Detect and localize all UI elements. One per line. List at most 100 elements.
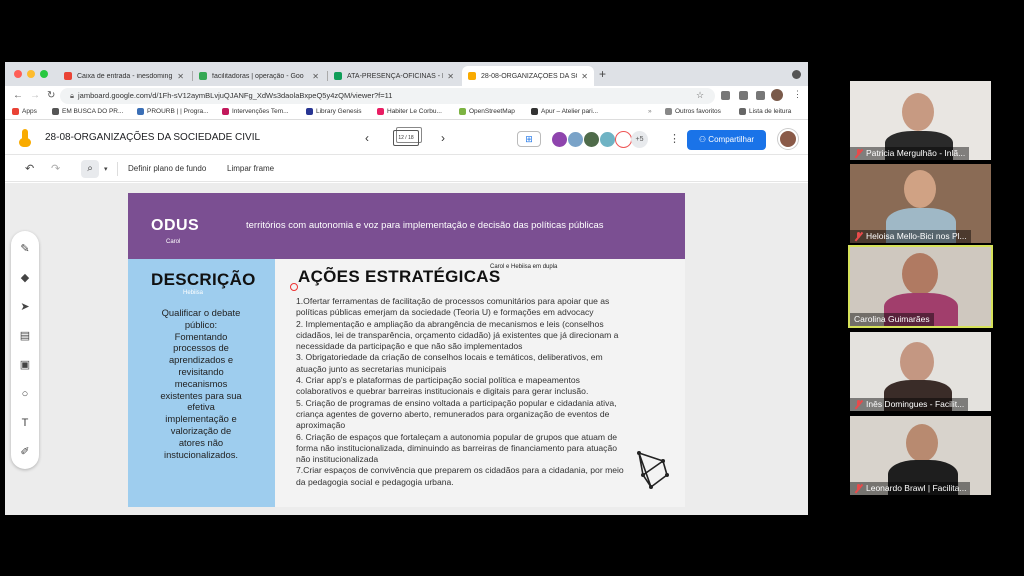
- present-icon: ⊞: [525, 134, 533, 144]
- minimize-window-button[interactable]: [27, 70, 35, 78]
- frame-slide: ODUS Carol territórios com autonomia e v…: [128, 193, 685, 507]
- tab-label: facilitadoras | operação - Goo: [212, 72, 304, 80]
- tab-jamboard[interactable]: 28-08-ORGANIZAÇÕES DA SO ✕: [462, 66, 594, 86]
- bookmark-item[interactable]: OpenStreetMap: [459, 108, 515, 115]
- bookmarks-bar: Apps EM BUSCA DO PR... PROURB | | Progra…: [5, 106, 808, 120]
- tab-bar: Caixa de entrada - inesdoming ✕ facilita…: [5, 62, 808, 86]
- new-tab-icon[interactable]: +: [599, 67, 606, 81]
- previous-frame-icon[interactable]: ‹: [365, 131, 369, 145]
- mic-muted-icon: [854, 231, 863, 242]
- bookmark-label: Apur – Atelier pari...: [541, 108, 599, 115]
- next-frame-icon[interactable]: ›: [441, 131, 445, 145]
- page-icon: [306, 108, 313, 115]
- participant-tile[interactable]: Heloisa Mello-Bici nos Pl...: [850, 164, 991, 243]
- tab-sheets[interactable]: ATA-PRESENÇA-OFICINAS - P ✕: [328, 66, 460, 86]
- extension-icon[interactable]: [739, 91, 748, 100]
- undo-icon[interactable]: ↶: [25, 162, 34, 175]
- participant-name: Carolina Guimarães: [854, 314, 930, 324]
- more-bookmarks-icon[interactable]: »: [648, 108, 652, 115]
- avatar[interactable]: [615, 131, 632, 148]
- bookmark-label: Apps: [22, 108, 37, 115]
- avatar[interactable]: [551, 131, 568, 148]
- more-avatars-badge[interactable]: +5: [631, 131, 648, 148]
- jamboard-canvas[interactable]: ✎ ◆ ➤ ▤ ▣ ○ T ✐ ODUS Carol territórios c…: [5, 183, 808, 515]
- circle-icon[interactable]: ○: [17, 386, 33, 402]
- reading-list[interactable]: Lista de leitura: [739, 108, 791, 115]
- extension-icon[interactable]: [721, 91, 730, 100]
- lock-icon: 🔒︎: [70, 91, 74, 100]
- avatar[interactable]: [583, 131, 600, 148]
- clear-frame-button[interactable]: Limpar frame: [227, 164, 274, 173]
- other-bookmarks[interactable]: Outros favoritos: [665, 108, 721, 115]
- bookmark-label: Lista de leitura: [749, 108, 792, 115]
- extension-icon[interactable]: [756, 91, 765, 100]
- jamboard-icon: [468, 72, 476, 80]
- participant-tile-active-speaker[interactable]: Carolina Guimarães: [848, 245, 993, 328]
- eraser-icon[interactable]: ◆: [17, 270, 33, 286]
- bookmark-label: OpenStreetMap: [469, 108, 515, 115]
- participant-name-label: Inês Domingues - Facilit...: [850, 398, 969, 411]
- redo-icon[interactable]: ↷: [51, 162, 60, 175]
- avatar[interactable]: [567, 131, 584, 148]
- jamboard-logo-icon[interactable]: [19, 129, 31, 147]
- tab-search-icon[interactable]: [792, 70, 801, 79]
- close-tab-icon[interactable]: ✕: [177, 72, 184, 81]
- select-icon[interactable]: ➤: [17, 299, 33, 315]
- bookmark-item[interactable]: Apur – Atelier pari...: [531, 108, 598, 115]
- bookmark-apps[interactable]: Apps: [12, 108, 37, 115]
- share-button[interactable]: ⚇ Compartilhar: [687, 130, 766, 150]
- participant-name: Inês Domingues - Facilit...: [866, 399, 965, 409]
- participant-tile[interactable]: Leonardo Brawl | Facilita...: [850, 416, 991, 495]
- tab-gmail[interactable]: Caixa de entrada - inesdoming ✕: [58, 66, 190, 86]
- participant-tile[interactable]: Inês Domingues - Facilit...: [850, 332, 991, 411]
- bookmark-item[interactable]: PROURB | | Progra...: [137, 108, 209, 115]
- tab-label: Caixa de entrada - inesdoming: [77, 72, 173, 80]
- close-tab-icon[interactable]: ✕: [581, 72, 588, 81]
- user-avatar[interactable]: [778, 129, 798, 149]
- close-tab-icon[interactable]: ✕: [312, 72, 319, 81]
- bookmark-label: Intervenções Tem...: [232, 108, 289, 115]
- laser-icon[interactable]: ✐: [17, 444, 33, 460]
- screen: Caixa de entrada - inesdoming ✕ facilita…: [0, 0, 1024, 576]
- page-icon: [222, 108, 229, 115]
- text-box-icon[interactable]: T: [17, 415, 33, 431]
- bookmark-item[interactable]: EM BUSCA DO PR...: [52, 108, 123, 115]
- tab-drive[interactable]: facilitadoras | operação - Goo ✕: [193, 66, 325, 86]
- reload-icon[interactable]: ↻: [47, 90, 55, 101]
- profile-avatar[interactable]: [771, 89, 783, 101]
- pen-icon[interactable]: ✎: [17, 241, 33, 257]
- zoom-button[interactable]: ⌕: [81, 160, 99, 178]
- close-window-button[interactable]: [14, 70, 22, 78]
- heading-author: Carol: [166, 239, 181, 245]
- url-field[interactable]: 🔒︎ jamboard.google.com/d/1Fh-sV12aymBLvju…: [60, 88, 715, 104]
- back-icon[interactable]: ←: [13, 90, 23, 101]
- share-label: Compartilhar: [708, 135, 755, 144]
- description-column: DESCRIÇÃO Hebiisa Qualificar o debate pú…: [128, 259, 275, 507]
- participant-tile[interactable]: Patricia Mergulhão - Inlã...: [850, 81, 991, 160]
- avatar[interactable]: [599, 131, 616, 148]
- frame-indicator[interactable]: 12 / 18: [393, 130, 419, 146]
- close-tab-icon[interactable]: ✕: [447, 72, 454, 81]
- bookmark-label: EM BUSCA DO PR...: [62, 108, 124, 115]
- image-icon[interactable]: ▣: [17, 357, 33, 373]
- more-options-icon[interactable]: ⋮: [669, 132, 680, 145]
- bookmark-item[interactable]: Library Genesis: [306, 108, 362, 115]
- zoom-dropdown-icon[interactable]: ▾: [104, 165, 108, 173]
- sticky-note-icon[interactable]: ▤: [17, 328, 33, 344]
- set-background-button[interactable]: Definir plano de fundo: [128, 164, 206, 173]
- bookmark-label: Outros favoritos: [675, 108, 721, 115]
- page-icon: [531, 108, 538, 115]
- wordpress-icon: [137, 108, 144, 115]
- browser-menu-icon[interactable]: ⋮: [793, 89, 802, 100]
- forward-icon[interactable]: →: [30, 90, 40, 101]
- document-title[interactable]: 28-08-ORGANIZAÇÕES DA SOCIEDADE CIVIL: [45, 132, 260, 143]
- bookmark-star-icon[interactable]: ☆: [696, 90, 704, 101]
- bookmark-item[interactable]: Intervenções Tem...: [222, 108, 289, 115]
- sheets-icon: [334, 72, 342, 80]
- bookmark-label: PROURB | | Progra...: [147, 108, 209, 115]
- actions-text: 1.Ofertar ferramentas de facilitação de …: [296, 296, 624, 487]
- bookmark-item[interactable]: Habiter Le Corbu...: [377, 108, 442, 115]
- slide-subtitle: territórios com autonomia e voz para imp…: [246, 220, 604, 231]
- present-button[interactable]: ⊞: [517, 131, 541, 147]
- maximize-window-button[interactable]: [40, 70, 48, 78]
